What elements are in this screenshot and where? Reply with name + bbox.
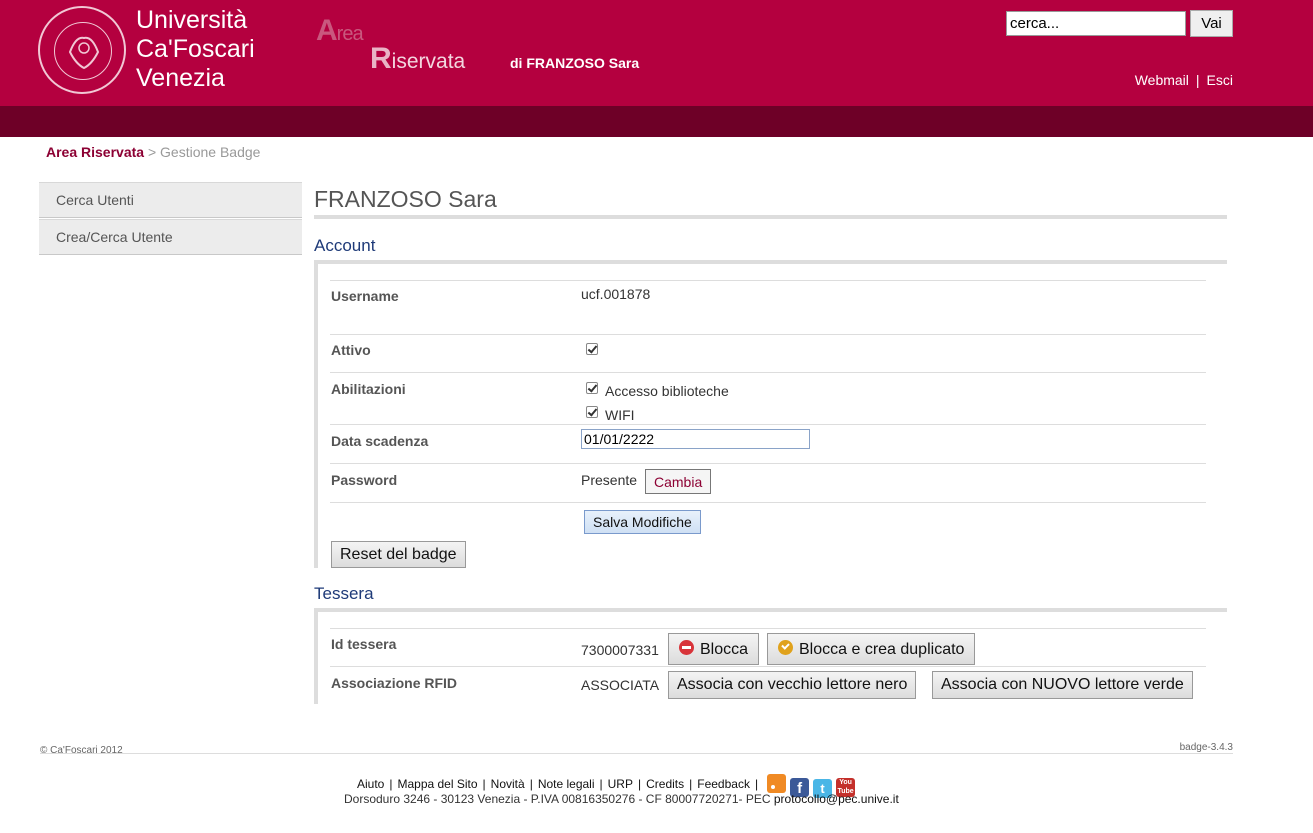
title-divider	[314, 215, 1227, 219]
tessera-section-divider	[314, 608, 1227, 612]
cambia-password-button[interactable]: Cambia	[645, 469, 712, 494]
sidebar-item-cerca-utenti[interactable]: Cerca Utenti	[39, 182, 302, 218]
area-logo-rest-r: iservata	[391, 50, 466, 73]
account-section-border	[314, 260, 318, 568]
associa-nuovo-lettore-button[interactable]: Associa con NUOVO lettore verde	[932, 671, 1193, 699]
copyright: © Ca'Foscari 2012	[40, 745, 123, 756]
reset-badge-button[interactable]: Reset del badge	[331, 541, 466, 568]
blocca-button[interactable]: Blocca	[668, 633, 760, 665]
row-divider	[330, 463, 1206, 464]
pec-email-link[interactable]: protocollo@pec.unive.it	[774, 792, 899, 806]
password-status: Presente	[581, 472, 638, 488]
footer-separator: |	[689, 777, 693, 791]
top-links-separator: |	[1195, 72, 1200, 88]
row-divider	[330, 666, 1206, 667]
breadcrumb: Area Riservata > Gestione Badge	[46, 144, 260, 160]
row-divider	[330, 280, 1206, 281]
id-tessera-label: Id tessera	[331, 636, 397, 652]
sidebar-item-crea-cerca-utente[interactable]: Crea/Cerca Utente	[39, 219, 302, 255]
page-title: FRANZOSO Sara	[314, 186, 497, 212]
row-divider	[330, 334, 1206, 335]
footer-divider	[40, 753, 1233, 754]
row-divider	[330, 502, 1206, 503]
associazione-rfid-value: ASSOCIATA	[581, 677, 660, 693]
address-text: Dorsoduro 3246 - 30123 Venezia - P.IVA 0…	[344, 792, 771, 806]
sidebar: Cerca Utenti Crea/Cerca Utente	[39, 182, 302, 256]
stop-icon	[679, 639, 694, 655]
footer-link-feedback[interactable]: Feedback	[697, 777, 750, 791]
attivo-label: Attivo	[331, 342, 371, 358]
breadcrumb-current: Gestione Badge	[160, 144, 261, 160]
top-links: Webmail | Esci	[1135, 72, 1233, 88]
footer-separator: |	[529, 777, 533, 791]
username-label: Username	[331, 288, 399, 304]
row-divider	[330, 628, 1206, 629]
logout-link[interactable]: Esci	[1207, 72, 1233, 88]
tessera-section-border	[314, 608, 318, 704]
search-input[interactable]	[1006, 11, 1186, 36]
university-name-line2: Ca'Foscari	[136, 35, 255, 63]
header-bar	[0, 106, 1313, 137]
accesso-biblioteche-checkbox[interactable]	[586, 382, 598, 394]
footer-link-note-legali[interactable]: Note legali	[538, 777, 595, 791]
blocca-duplicato-button[interactable]: Blocca e crea duplicato	[767, 633, 976, 665]
account-section-title: Account	[314, 236, 376, 255]
associazione-rfid-label: Associazione RFID	[331, 675, 458, 691]
footer-separator: |	[599, 777, 603, 791]
area-logo-initial-a: A	[316, 14, 338, 47]
university-name-line3: Venezia	[136, 64, 225, 92]
blocca-duplicato-button-label: Blocca e crea duplicato	[799, 640, 965, 658]
footer-link-credits[interactable]: Credits	[646, 777, 684, 791]
area-riservata-logo: Area Riservata	[316, 14, 496, 75]
footer-separator: |	[754, 777, 759, 791]
area-logo-rest-a: rea	[336, 23, 364, 45]
footer-separator: |	[389, 777, 393, 791]
footer-link-urp[interactable]: URP	[608, 777, 633, 791]
breadcrumb-root-link[interactable]: Area Riservata	[46, 144, 144, 160]
university-name-line1: Università	[136, 6, 248, 34]
password-label: Password	[331, 472, 398, 488]
account-section-divider	[314, 260, 1227, 264]
associa-vecchio-lettore-button[interactable]: Associa con vecchio lettore nero	[668, 671, 917, 699]
abilitazioni-label: Abilitazioni	[331, 381, 406, 397]
accesso-biblioteche-label: Accesso biblioteche	[605, 383, 729, 399]
seal-emblem-icon	[68, 36, 100, 70]
username-value: ucf.001878	[581, 286, 651, 302]
warning-icon	[778, 639, 793, 655]
breadcrumb-separator: >	[147, 144, 157, 160]
webmail-link[interactable]: Webmail	[1135, 72, 1189, 88]
row-divider	[330, 424, 1206, 425]
row-divider	[330, 372, 1206, 373]
wifi-label: WIFI	[605, 407, 635, 423]
attivo-checkbox[interactable]	[586, 343, 598, 355]
tessera-section-title: Tessera	[314, 584, 374, 603]
area-logo-initial-r: R	[370, 42, 392, 75]
search-button[interactable]: Vai	[1190, 10, 1233, 37]
footer-link-novita[interactable]: Novità	[491, 777, 525, 791]
wifi-checkbox[interactable]	[586, 406, 598, 418]
footer-separator: |	[637, 777, 642, 791]
university-seal-logo[interactable]	[38, 6, 126, 94]
data-scadenza-label: Data scadenza	[331, 433, 429, 449]
footer-link-mappa[interactable]: Mappa del Sito	[397, 777, 477, 791]
footer-link-aiuto[interactable]: Aiuto	[357, 777, 384, 791]
youtube-icon-text-you: You	[839, 779, 852, 786]
id-tessera-value: 7300007331	[581, 642, 659, 658]
footer-address: Dorsoduro 3246 - 30123 Venezia - P.IVA 0…	[344, 792, 899, 806]
rss-icon[interactable]	[767, 774, 787, 793]
version-label: badge-3.4.3	[1179, 742, 1233, 753]
footer-separator: |	[482, 777, 486, 791]
data-scadenza-input[interactable]	[581, 429, 810, 449]
blocca-button-label: Blocca	[700, 640, 749, 658]
user-title: di FRANZOSO Sara	[510, 55, 640, 71]
university-name[interactable]: Università Ca'Foscari Venezia	[136, 6, 255, 93]
salva-modifiche-button[interactable]: Salva Modifiche	[584, 510, 701, 534]
